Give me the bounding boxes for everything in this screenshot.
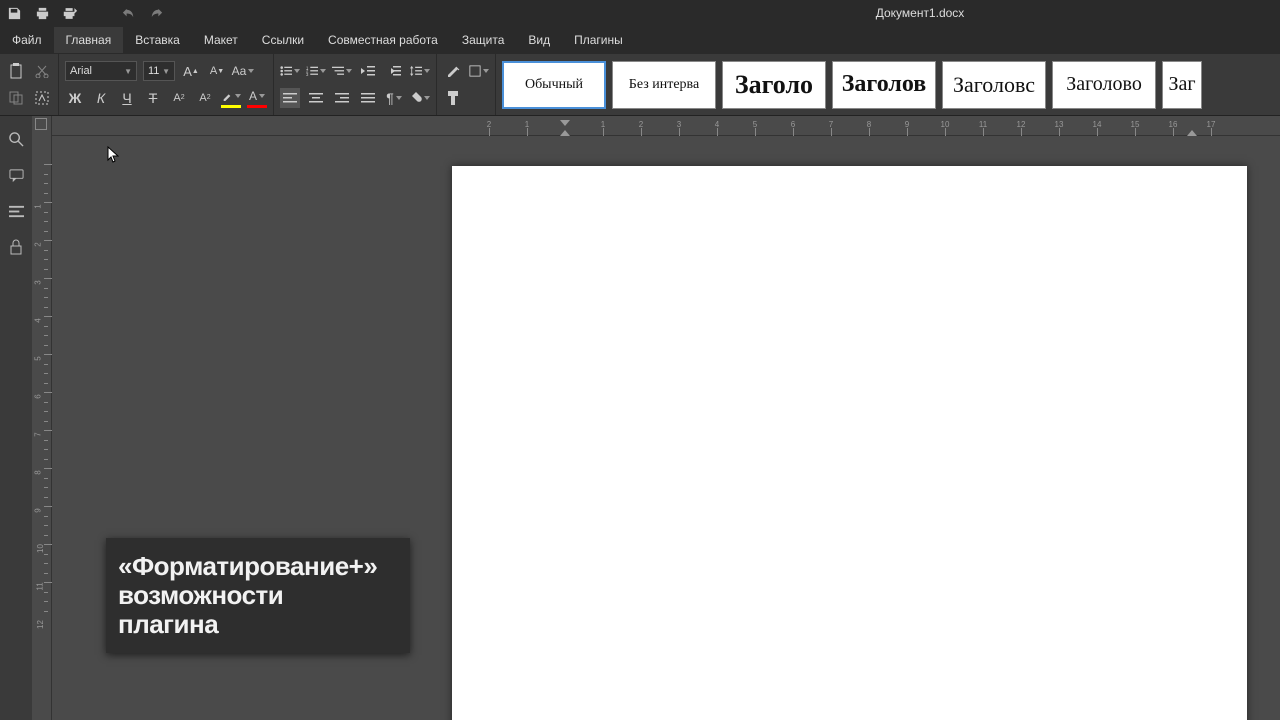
highlight-color-icon[interactable]: [221, 88, 241, 108]
menu-плагины[interactable]: Плагины: [562, 27, 635, 53]
multilevel-icon[interactable]: [332, 61, 352, 81]
style-2[interactable]: Заголо: [722, 61, 826, 109]
paste-icon[interactable]: [6, 61, 26, 81]
page[interactable]: [452, 166, 1247, 720]
strike-icon[interactable]: Т: [143, 88, 163, 108]
search-icon[interactable]: [7, 130, 25, 148]
menu-вид[interactable]: Вид: [516, 27, 562, 53]
document-title: Документ1.docx: [876, 6, 965, 20]
svg-text:3: 3: [306, 72, 309, 77]
font-grow-icon[interactable]: A▲: [181, 61, 201, 81]
overlay-tooltip: «Форматирование+» возможности плагина: [106, 538, 410, 653]
cut-icon[interactable]: [32, 61, 52, 81]
underline-icon[interactable]: Ч: [117, 88, 137, 108]
align-center-icon[interactable]: [306, 88, 326, 108]
toolbar: Arial▼ 11▼ A▲ A▼ Aa Ж К Ч Т A2 A2 A 123: [0, 54, 1280, 116]
superscript-icon[interactable]: A2: [169, 88, 189, 108]
menu-защита[interactable]: Защита: [450, 27, 517, 53]
font-size-select[interactable]: 11▼: [143, 61, 175, 81]
style-4[interactable]: Заголовс: [942, 61, 1046, 109]
numbering-icon[interactable]: 123: [306, 61, 326, 81]
menu-ссылки[interactable]: Ссылки: [250, 27, 316, 53]
align-justify-icon[interactable]: [358, 88, 378, 108]
line-spacing-icon[interactable]: [410, 61, 430, 81]
clear-format-icon[interactable]: [443, 61, 463, 81]
align-right-icon[interactable]: [332, 88, 352, 108]
select-all-icon[interactable]: [32, 88, 52, 108]
shading-icon[interactable]: [410, 88, 430, 108]
menu-bar: ФайлГлавнаяВставкаМакетСсылкиСовместная …: [0, 26, 1280, 54]
bullets-icon[interactable]: [280, 61, 300, 81]
indent-increase-icon[interactable]: [384, 61, 404, 81]
font-color-icon[interactable]: A: [247, 88, 267, 108]
undo-icon[interactable]: [120, 5, 136, 21]
redo-icon[interactable]: [148, 5, 164, 21]
overlay-line: «Форматирование+»: [118, 552, 398, 581]
ruler-horizontal: 211234567891011121314151617: [52, 116, 1280, 136]
overlay-line: плагина: [118, 610, 398, 639]
style-1[interactable]: Без интерва: [612, 61, 716, 109]
font-name-select[interactable]: Arial▼: [65, 61, 137, 81]
menu-главная[interactable]: Главная: [54, 27, 124, 53]
paragraph-mark-icon[interactable]: ¶: [384, 88, 404, 108]
quickprint-icon[interactable]: [62, 5, 78, 21]
ruler-vertical: 123456789101112: [32, 116, 52, 720]
subscript-icon[interactable]: A2: [195, 88, 215, 108]
borders-icon[interactable]: [469, 61, 489, 81]
lock-icon[interactable]: [7, 238, 25, 256]
print-icon[interactable]: [34, 5, 50, 21]
format-painter-icon[interactable]: [443, 88, 463, 108]
sidebar: [0, 116, 32, 720]
comments-icon[interactable]: [7, 166, 25, 184]
style-5[interactable]: Заголово: [1052, 61, 1156, 109]
copy-icon[interactable]: [6, 88, 26, 108]
menu-вставка[interactable]: Вставка: [123, 27, 192, 53]
bold-icon[interactable]: Ж: [65, 88, 85, 108]
save-icon[interactable]: [6, 5, 22, 21]
overlay-line: возможности: [118, 581, 398, 610]
align-left-icon[interactable]: [280, 88, 300, 108]
menu-файл[interactable]: Файл: [0, 27, 54, 53]
style-6[interactable]: Заг: [1162, 61, 1202, 109]
headings-icon[interactable]: [7, 202, 25, 220]
italic-icon[interactable]: К: [91, 88, 111, 108]
menu-макет[interactable]: Макет: [192, 27, 250, 53]
font-shrink-icon[interactable]: A▼: [207, 61, 227, 81]
style-0[interactable]: Обычный: [502, 61, 606, 109]
indent-decrease-icon[interactable]: [358, 61, 378, 81]
style-3[interactable]: Заголов: [832, 61, 936, 109]
change-case-icon[interactable]: Aa: [233, 61, 253, 81]
menu-совместная работа[interactable]: Совместная работа: [316, 27, 450, 53]
